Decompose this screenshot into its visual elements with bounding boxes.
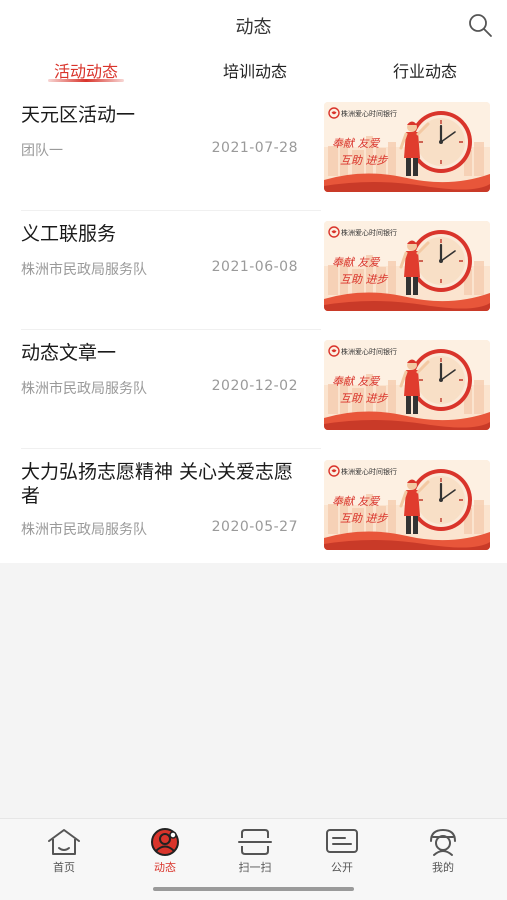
news-source: 株洲市民政局服务队 bbox=[21, 262, 147, 278]
nav-scan[interactable]: 扫一扫 bbox=[220, 827, 290, 875]
nav-public[interactable]: 公开 bbox=[307, 827, 377, 875]
search-icon[interactable] bbox=[467, 12, 493, 38]
home-icon bbox=[48, 829, 80, 855]
thumbnail-brand: 株洲爱心时间银行 bbox=[341, 228, 397, 237]
active-tab-indicator bbox=[48, 79, 124, 82]
nav-news[interactable]: 动态 bbox=[130, 827, 200, 875]
thumbnail-brand: 株洲爱心时间银行 bbox=[341, 347, 397, 356]
divider bbox=[21, 448, 321, 449]
news-date: 2020-05-27 bbox=[211, 519, 298, 535]
page-title: 动态 bbox=[235, 17, 272, 38]
home-indicator bbox=[153, 887, 354, 891]
thumbnail-slogan-1: 奉献 友爱 bbox=[332, 256, 380, 269]
news-thumbnail: 株洲爱心时间银行 奉献 友爱 互助 进步 bbox=[324, 221, 490, 311]
news-item[interactable]: 义工联服务 株洲市民政局服务队 2021-06-08 株洲爱心时间银行 奉献 友… bbox=[0, 214, 507, 332]
announcement-icon bbox=[326, 829, 358, 853]
news-item[interactable]: 动态文章一 株洲市民政局服务队 2020-12-02 株洲爱心时间银行 奉献 友… bbox=[0, 333, 507, 451]
profile-icon bbox=[430, 828, 456, 856]
news-date: 2020-12-02 bbox=[211, 378, 298, 394]
news-item[interactable]: 大力弘扬志愿精神 关心关爱志愿者 株洲市民政局服务队 2020-05-27 株洲… bbox=[0, 452, 507, 563]
news-date: 2021-06-08 bbox=[211, 259, 298, 275]
news-thumbnail: 株洲爱心时间银行 奉献 友爱 互助 进步 bbox=[324, 340, 490, 430]
nav-home-label: 首页 bbox=[53, 861, 75, 874]
thumbnail-brand: 株洲爱心时间银行 bbox=[341, 467, 397, 476]
nav-news-label: 动态 bbox=[154, 861, 176, 874]
divider bbox=[21, 329, 321, 330]
thumbnail-slogan-2: 互助 进步 bbox=[340, 392, 388, 405]
news-title: 动态文章一 bbox=[21, 342, 117, 364]
thumbnail-slogan-2: 互助 进步 bbox=[340, 154, 388, 167]
nav-scan-label: 扫一扫 bbox=[238, 861, 272, 874]
news-item[interactable]: 天元区活动一 团队一 2021-07-28 株洲爱心时间银行 奉献 友爱 互助 … bbox=[0, 95, 507, 213]
nav-profile-label: 我的 bbox=[432, 861, 454, 874]
tab-industry-news[interactable]: 行业动态 bbox=[386, 58, 464, 82]
thumbnail-brand: 株洲爱心时间银行 bbox=[341, 109, 397, 118]
header: 动态 bbox=[0, 0, 507, 50]
divider bbox=[21, 210, 321, 211]
nav-profile[interactable]: 我的 bbox=[408, 827, 478, 875]
news-title: 天元区活动一 bbox=[21, 104, 136, 126]
nav-home[interactable]: 首页 bbox=[29, 827, 99, 875]
news-source: 株洲市民政局服务队 bbox=[21, 522, 147, 538]
tab-bar: 活动动态 培训动态 行业动态 bbox=[0, 50, 507, 90]
tab-training-news[interactable]: 培训动态 bbox=[216, 58, 294, 82]
thumbnail-slogan-1: 奉献 友爱 bbox=[332, 137, 380, 150]
thumbnail-slogan-1: 奉献 友爱 bbox=[332, 495, 380, 508]
thumbnail-slogan-1: 奉献 友爱 bbox=[332, 375, 380, 388]
news-thumbnail: 株洲爱心时间银行 奉献 友爱 互助 进步 bbox=[324, 460, 490, 550]
news-source: 株洲市民政局服务队 bbox=[21, 381, 147, 397]
thumbnail-slogan-2: 互助 进步 bbox=[340, 512, 388, 525]
news-date: 2021-07-28 bbox=[211, 140, 298, 156]
nav-public-label: 公开 bbox=[331, 861, 353, 874]
thumbnail-slogan-2: 互助 进步 bbox=[340, 273, 388, 286]
news-source: 团队一 bbox=[21, 143, 63, 159]
news-icon bbox=[151, 828, 179, 856]
news-title: 义工联服务 bbox=[21, 223, 117, 245]
news-thumbnail: 株洲爱心时间银行 奉献 友爱 互助 进步 bbox=[324, 102, 490, 192]
news-title: 大力弘扬志愿精神 关心关爱志愿者 bbox=[21, 461, 294, 507]
scan-icon bbox=[238, 829, 272, 855]
